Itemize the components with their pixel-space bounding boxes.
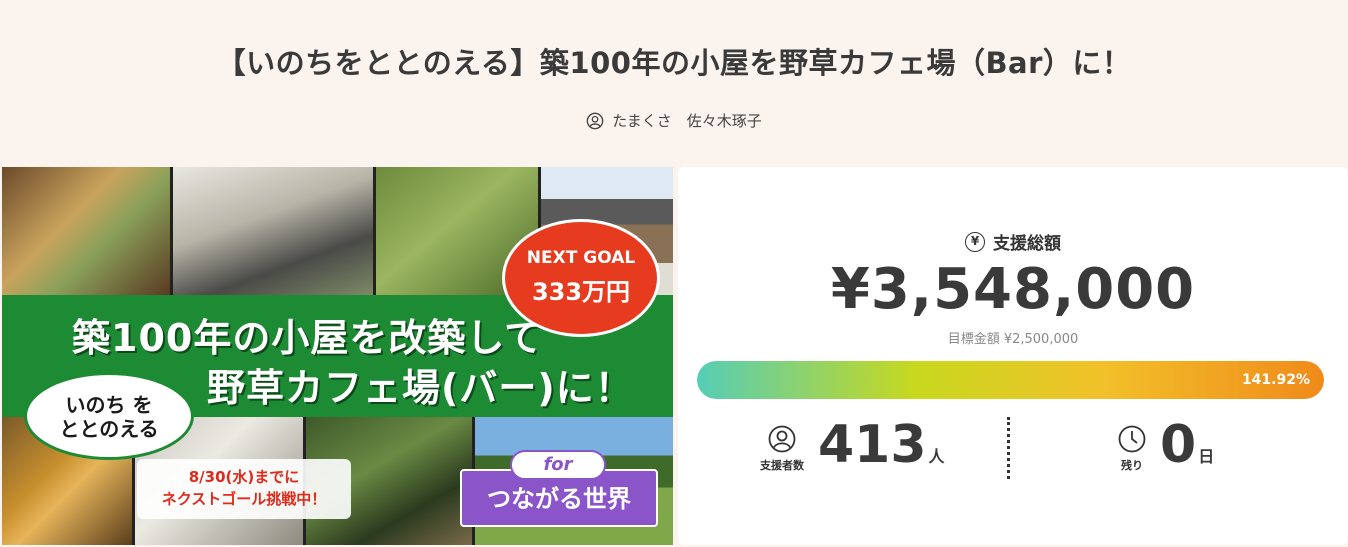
project-hero-image: 築100年の小屋を改築して 野草カフェ場(バー)に！ NEXT GOAL 333…: [2, 167, 673, 545]
supporters-count: 413: [818, 415, 927, 475]
total-amount: ¥3,548,000: [830, 257, 1196, 322]
progress-bar: 141.92%: [697, 361, 1324, 399]
owner-name: たまくさ 佐々木琢子: [612, 112, 762, 130]
next-goal-amount: 333万円: [531, 278, 631, 306]
target-amount: 目標金額 ¥2,500,000: [947, 332, 1079, 347]
supporters-unit: 人: [928, 447, 945, 466]
remaining-count: 0: [1160, 415, 1197, 475]
stats-divider: [1007, 417, 1010, 479]
hero-headline-line1: 築100年の小屋を改築して: [72, 316, 544, 360]
bubble-line2: ととのえる: [59, 417, 159, 441]
clock-icon: [1118, 425, 1146, 453]
speech-bubble: いのち を ととのえる: [24, 372, 194, 460]
remaining-label: 残り: [1121, 459, 1143, 472]
user-icon: [586, 112, 604, 129]
total-label: ¥ 支援総額: [678, 229, 1348, 254]
deadline-note: 8/30(水)までに ネクストゴール挑戦中！: [137, 459, 351, 519]
bubble-line1: いのち を: [65, 393, 153, 417]
progress-percent: 141.92%: [1241, 372, 1310, 388]
next-goal-badge: NEXT GOAL 333万円: [502, 219, 660, 337]
person-icon: [768, 425, 796, 453]
next-goal-label: NEXT GOAL: [526, 248, 636, 268]
for-label: for: [510, 450, 606, 480]
project-owner[interactable]: たまくさ 佐々木琢子: [0, 110, 1348, 131]
deadline-line2: ネクストゴール挑戦中！: [161, 490, 327, 508]
project-header: 【いのちをととのえる】築100年の小屋を野草カフェ場（Bar）に！ たまくさ 佐…: [0, 0, 1348, 167]
deadline-line1: 8/30(水)までに: [188, 468, 300, 486]
progress-bar-fill: [697, 361, 1324, 399]
remaining-stat: 残り 0 日: [1118, 417, 1214, 473]
remaining-unit: 日: [1198, 447, 1215, 466]
hero-headline-line2: 野草カフェ場(バー)に！: [207, 366, 634, 410]
supporters-stat: 支援者数 413 人: [760, 417, 945, 473]
photo-food-plate: [2, 167, 170, 295]
project-title: 【いのちをととのえる】築100年の小屋を野草カフェ場（Bar）に！: [216, 46, 1132, 80]
photo-workshop: [173, 167, 373, 295]
funding-stats-panel: ¥ 支援総額 ¥3,548,000 目標金額 ¥2,500,000 141.92…: [678, 167, 1348, 545]
total-label-text: 支援総額: [993, 234, 1061, 254]
supporters-label: 支援者数: [760, 459, 804, 472]
yen-icon: ¥: [965, 231, 985, 252]
